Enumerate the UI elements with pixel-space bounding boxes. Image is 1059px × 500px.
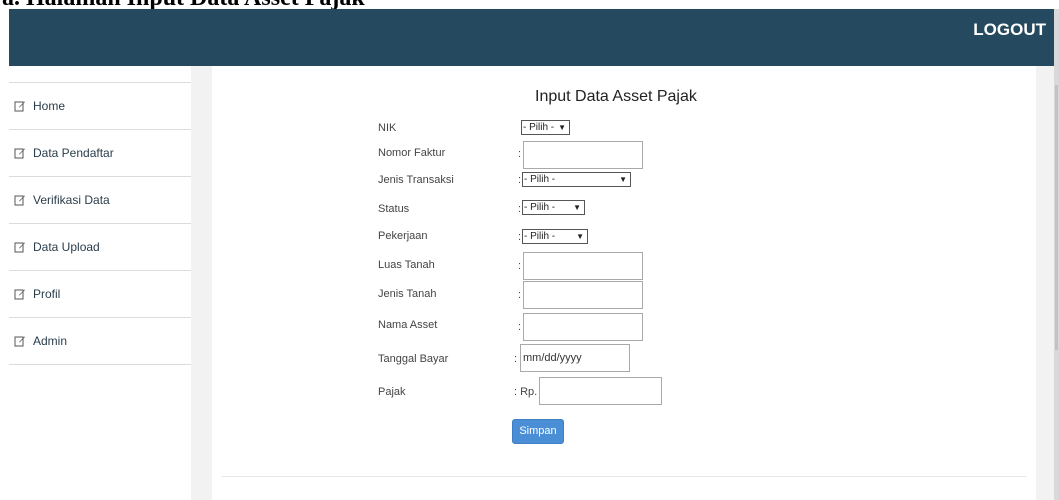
nama-asset-input[interactable]: [523, 313, 643, 341]
document-caption: a. Halaman Input Data Asset Pajak: [0, 0, 1059, 9]
pekerjaan-select[interactable]: - Pilih - ▼: [522, 229, 588, 244]
sidebar-item-label: Data Pendaftar: [33, 146, 114, 160]
nik-selected-value: - Pilih -: [523, 122, 555, 133]
date-placeholder: mm/dd/yyyy: [523, 352, 582, 364]
sidebar-item-label: Admin: [33, 334, 68, 348]
pekerjaan-selected-value: - Pilih -: [524, 231, 556, 242]
nama-asset-label: Nama Asset: [378, 319, 438, 331]
colon: :: [514, 353, 518, 365]
status-select[interactable]: - Pilih - ▼: [522, 200, 585, 215]
colon: :: [518, 203, 522, 215]
chevron-down-icon: ▼: [619, 175, 627, 184]
sidebar-item-profil[interactable]: Profil: [9, 271, 191, 318]
pekerjaan-label: Pekerjaan: [378, 230, 428, 242]
luas-tanah-label: Luas Tanah: [378, 259, 435, 271]
jenis-transaksi-selected-value: - Pilih -: [524, 174, 556, 185]
status-selected-value: - Pilih -: [524, 202, 556, 213]
nomor-faktur-input[interactable]: [523, 141, 643, 169]
sidebar-item-label: Verifikasi Data: [33, 193, 110, 207]
chevron-down-icon: ▼: [576, 232, 584, 241]
pajak-label: Pajak: [378, 386, 406, 398]
page-title: Input Data Asset Pajak: [535, 88, 697, 105]
colon: :: [518, 231, 522, 243]
edit-icon: [14, 336, 25, 347]
sidebar-item-label: Data Upload: [33, 240, 100, 254]
divider: [222, 476, 1026, 477]
edit-icon: [14, 101, 25, 112]
edit-icon: [14, 242, 25, 253]
jenis-tanah-label: Jenis Tanah: [378, 288, 437, 300]
tanggal-bayar-label: Tanggal Bayar: [378, 353, 449, 365]
nik-select[interactable]: - Pilih - ▼: [521, 120, 570, 135]
jenis-transaksi-select[interactable]: - Pilih - ▼: [522, 172, 631, 187]
sidebar-item-label: Home: [33, 99, 66, 113]
colon: :: [518, 174, 522, 186]
colon: :: [518, 260, 522, 272]
sidebar-item-home[interactable]: Home: [9, 83, 191, 130]
pajak-input[interactable]: [539, 377, 662, 405]
edit-icon: [14, 195, 25, 206]
sidebar-panel: Home Data Pendaftar Verifikasi Data Data…: [9, 66, 191, 500]
edit-icon: [14, 148, 25, 159]
colon: :: [518, 289, 522, 301]
sidebar-item-data-upload[interactable]: Data Upload: [9, 224, 191, 271]
jenis-tanah-input[interactable]: [523, 281, 643, 309]
status-label: Status: [378, 203, 410, 215]
colon: :: [518, 321, 522, 333]
sidebar-item-data-pendaftar[interactable]: Data Pendaftar: [9, 130, 191, 177]
sidebar-menu: Home Data Pendaftar Verifikasi Data Data…: [9, 82, 191, 365]
luas-tanah-input[interactable]: [523, 252, 643, 280]
tanggal-bayar-input[interactable]: mm/dd/yyyy: [520, 344, 630, 372]
simpan-button[interactable]: Simpan: [512, 419, 564, 444]
nik-label: NIK: [378, 122, 397, 134]
nomor-faktur-label: Nomor Faktur: [378, 147, 446, 159]
top-navbar: LOGOUT: [9, 9, 1054, 66]
scrollbar-thumb[interactable]: [1055, 85, 1058, 350]
edit-icon: [14, 289, 25, 300]
sidebar-item-admin[interactable]: Admin: [9, 318, 191, 365]
pajak-prefix: : Rp.: [514, 386, 538, 398]
jenis-transaksi-label: Jenis Transaksi: [378, 174, 454, 186]
colon: :: [518, 148, 522, 160]
logout-button[interactable]: LOGOUT: [973, 20, 1046, 40]
chevron-down-icon: ▼: [573, 203, 581, 212]
sidebar-item-label: Profil: [33, 287, 61, 301]
sidebar-item-verifikasi-data[interactable]: Verifikasi Data: [9, 177, 191, 224]
chevron-down-icon: ▼: [558, 123, 566, 132]
scrollbar[interactable]: [1054, 9, 1059, 500]
main-content: Input Data Asset Pajak NIK - Pilih - ▼ No…: [212, 66, 1036, 500]
